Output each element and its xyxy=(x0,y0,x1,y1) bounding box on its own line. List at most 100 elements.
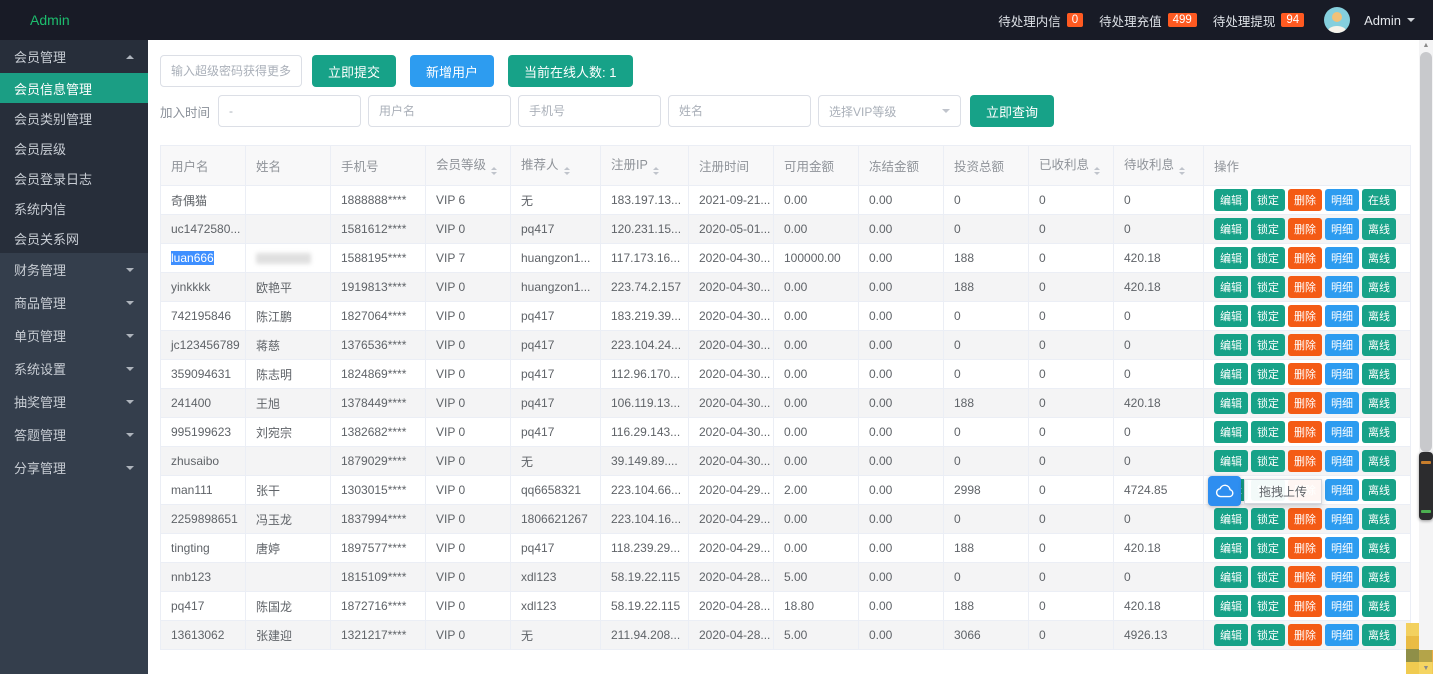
edit-button[interactable]: 编辑 xyxy=(1214,189,1248,211)
delete-button[interactable]: 删除 xyxy=(1288,363,1322,385)
super-password-input[interactable] xyxy=(160,55,302,87)
sidebar-item-member-login-log[interactable]: 会员登录日志 xyxy=(0,163,148,193)
detail-button[interactable]: 明细 xyxy=(1325,595,1359,617)
edit-button[interactable]: 编辑 xyxy=(1214,537,1248,559)
lock-button[interactable]: 锁定 xyxy=(1251,450,1285,472)
edit-button[interactable]: 编辑 xyxy=(1214,276,1248,298)
detail-button[interactable]: 明细 xyxy=(1325,450,1359,472)
column-header[interactable]: 注册IP xyxy=(601,146,689,186)
status-button[interactable]: 离线 xyxy=(1362,218,1396,240)
edit-button[interactable]: 编辑 xyxy=(1214,334,1248,356)
vip-level-select[interactable]: 选择VIP等级 xyxy=(818,95,961,127)
edit-button[interactable]: 编辑 xyxy=(1214,508,1248,530)
sidebar-item-member-level[interactable]: 会员层级 xyxy=(0,133,148,163)
sort-icon[interactable] xyxy=(653,164,659,178)
status-button[interactable]: 离线 xyxy=(1362,479,1396,501)
column-header[interactable]: 待收利息 xyxy=(1114,146,1204,186)
lock-button[interactable]: 锁定 xyxy=(1251,595,1285,617)
lock-button[interactable]: 锁定 xyxy=(1251,276,1285,298)
detail-button[interactable]: 明细 xyxy=(1325,218,1359,240)
username-filter-input[interactable] xyxy=(368,95,511,127)
pending-stat-messages[interactable]: 待处理内信0 xyxy=(998,11,1083,30)
delete-button[interactable]: 删除 xyxy=(1288,450,1322,472)
lock-button[interactable]: 锁定 xyxy=(1251,566,1285,588)
pending-stat-recharges[interactable]: 待处理充值499 xyxy=(1099,11,1197,30)
scroll-up-arrow-icon[interactable]: ▲ xyxy=(1419,42,1433,49)
scrollbar-thumb[interactable] xyxy=(1420,52,1432,452)
edit-button[interactable]: 编辑 xyxy=(1214,595,1248,617)
edit-button[interactable]: 编辑 xyxy=(1214,363,1248,385)
upload-cloud-button[interactable] xyxy=(1208,476,1241,506)
edit-button[interactable]: 编辑 xyxy=(1214,624,1248,646)
lock-button[interactable]: 锁定 xyxy=(1251,189,1285,211)
sidebar-item-quiz-mgmt[interactable]: 答题管理 xyxy=(0,418,148,451)
lock-button[interactable]: 锁定 xyxy=(1251,334,1285,356)
detail-button[interactable]: 明细 xyxy=(1325,276,1359,298)
status-button[interactable]: 离线 xyxy=(1362,421,1396,443)
status-button[interactable]: 在线 xyxy=(1362,189,1396,211)
column-header[interactable]: 会员等级 xyxy=(426,146,511,186)
join-time-input[interactable] xyxy=(218,95,361,127)
delete-button[interactable]: 删除 xyxy=(1288,334,1322,356)
status-button[interactable]: 离线 xyxy=(1362,334,1396,356)
sidebar-item-member-mgmt[interactable]: 会员管理 xyxy=(0,40,148,73)
lock-button[interactable]: 锁定 xyxy=(1251,392,1285,414)
online-count-button[interactable]: 当前在线人数: 1 xyxy=(508,55,632,87)
edit-button[interactable]: 编辑 xyxy=(1214,305,1248,327)
sort-icon[interactable] xyxy=(1179,164,1185,178)
lock-button[interactable]: 锁定 xyxy=(1251,421,1285,443)
delete-button[interactable]: 删除 xyxy=(1288,421,1322,443)
sidebar-item-member-network[interactable]: 会员关系网 xyxy=(0,223,148,253)
delete-button[interactable]: 删除 xyxy=(1288,624,1322,646)
sidebar-item-share-mgmt[interactable]: 分享管理 xyxy=(0,451,148,484)
pending-stat-withdrawals[interactable]: 待处理提现94 xyxy=(1213,11,1304,30)
sort-icon[interactable] xyxy=(1094,164,1100,178)
detail-button[interactable]: 明细 xyxy=(1325,392,1359,414)
phone-filter-input[interactable] xyxy=(518,95,661,127)
status-button[interactable]: 离线 xyxy=(1362,595,1396,617)
detail-button[interactable]: 明细 xyxy=(1325,537,1359,559)
edit-button[interactable]: 编辑 xyxy=(1214,218,1248,240)
lock-button[interactable]: 锁定 xyxy=(1251,508,1285,530)
sidebar-item-member-category[interactable]: 会员类别管理 xyxy=(0,103,148,133)
detail-button[interactable]: 明细 xyxy=(1325,508,1359,530)
lock-button[interactable]: 锁定 xyxy=(1251,363,1285,385)
detail-button[interactable]: 明细 xyxy=(1325,479,1359,501)
column-header[interactable]: 推荐人 xyxy=(511,146,601,186)
avatar[interactable] xyxy=(1324,7,1350,33)
delete-button[interactable]: 删除 xyxy=(1288,392,1322,414)
sidebar-item-goods-mgmt[interactable]: 商品管理 xyxy=(0,286,148,319)
delete-button[interactable]: 删除 xyxy=(1288,247,1322,269)
detail-button[interactable]: 明细 xyxy=(1325,421,1359,443)
sidebar-item-page-mgmt[interactable]: 单页管理 xyxy=(0,319,148,352)
edit-button[interactable]: 编辑 xyxy=(1214,566,1248,588)
status-button[interactable]: 离线 xyxy=(1362,508,1396,530)
delete-button[interactable]: 删除 xyxy=(1288,508,1322,530)
status-button[interactable]: 离线 xyxy=(1362,392,1396,414)
delete-button[interactable]: 删除 xyxy=(1288,218,1322,240)
add-user-button[interactable]: 新增用户 xyxy=(410,55,494,87)
lock-button[interactable]: 锁定 xyxy=(1251,537,1285,559)
brand-logo[interactable]: Admin xyxy=(30,12,70,28)
edit-button[interactable]: 编辑 xyxy=(1214,450,1248,472)
sidebar-item-system-settings[interactable]: 系统设置 xyxy=(0,352,148,385)
query-button[interactable]: 立即查询 xyxy=(970,95,1054,127)
name-filter-input[interactable] xyxy=(668,95,811,127)
sidebar-item-lottery-mgmt[interactable]: 抽奖管理 xyxy=(0,385,148,418)
sidebar-item-member-info[interactable]: 会员信息管理 xyxy=(0,73,148,103)
submit-button[interactable]: 立即提交 xyxy=(312,55,396,87)
detail-button[interactable]: 明细 xyxy=(1325,305,1359,327)
status-button[interactable]: 离线 xyxy=(1362,276,1396,298)
detail-button[interactable]: 明细 xyxy=(1325,189,1359,211)
edit-button[interactable]: 编辑 xyxy=(1214,247,1248,269)
sidebar-item-system-message[interactable]: 系统内信 xyxy=(0,193,148,223)
scroll-marker-widget[interactable] xyxy=(1419,452,1433,520)
detail-button[interactable]: 明细 xyxy=(1325,247,1359,269)
edit-button[interactable]: 编辑 xyxy=(1214,421,1248,443)
status-button[interactable]: 离线 xyxy=(1362,363,1396,385)
detail-button[interactable]: 明细 xyxy=(1325,334,1359,356)
detail-button[interactable]: 明细 xyxy=(1325,363,1359,385)
edit-button[interactable]: 编辑 xyxy=(1214,392,1248,414)
lock-button[interactable]: 锁定 xyxy=(1251,624,1285,646)
status-button[interactable]: 离线 xyxy=(1362,305,1396,327)
